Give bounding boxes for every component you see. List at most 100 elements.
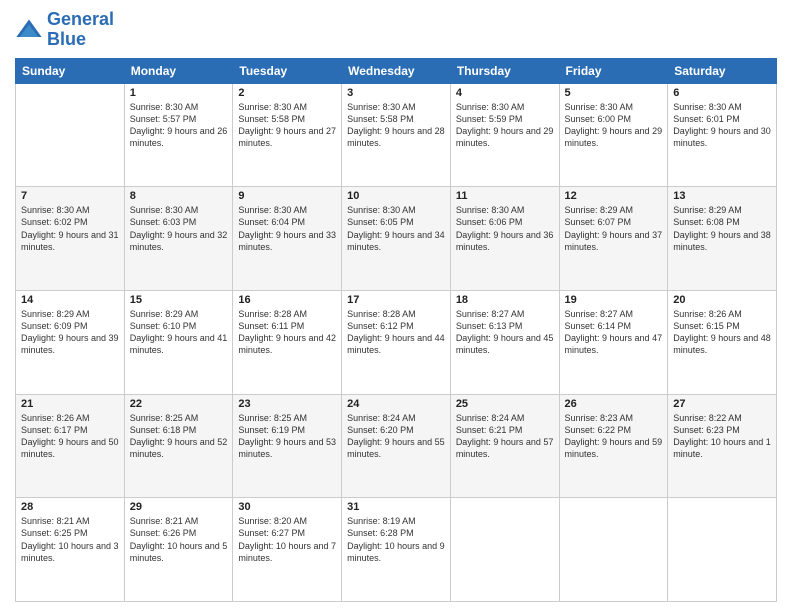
day-info: Sunrise: 8:22 AMSunset: 6:23 PMDaylight:… (673, 412, 771, 461)
day-number: 16 (238, 294, 336, 306)
day-cell: 15 Sunrise: 8:29 AMSunset: 6:10 PMDayligh… (124, 290, 233, 394)
day-cell: 18 Sunrise: 8:27 AMSunset: 6:13 PMDayligh… (450, 290, 559, 394)
weekday-header-row: SundayMondayTuesdayWednesdayThursdayFrid… (16, 58, 777, 83)
day-cell (559, 498, 668, 602)
day-info: Sunrise: 8:30 AMSunset: 6:01 PMDaylight:… (673, 101, 771, 150)
day-number: 17 (347, 294, 445, 306)
week-row-1: 1Sunrise: 8:30 AMSunset: 5:57 PMDaylight… (16, 83, 777, 187)
day-info: Sunrise: 8:30 AMSunset: 5:58 PMDaylight:… (347, 101, 445, 150)
day-cell: 4 Sunrise: 8:30 AMSunset: 5:59 PMDaylight… (450, 83, 559, 187)
day-number: 4 (456, 87, 554, 99)
day-cell: 31 Sunrise: 8:19 AMSunset: 6:28 PMDayligh… (342, 498, 451, 602)
weekday-header-sunday: Sunday (16, 58, 125, 83)
day-number: 7 (21, 190, 119, 202)
day-number: 2 (238, 87, 336, 99)
header: General Blue (15, 10, 777, 50)
weekday-header-monday: Monday (124, 58, 233, 83)
day-cell: 17 Sunrise: 8:28 AMSunset: 6:12 PMDayligh… (342, 290, 451, 394)
day-cell: 30Sunrise: 8:20 AMSunset: 6:27 PMDayligh… (233, 498, 342, 602)
day-number: 5 (565, 87, 663, 99)
weekday-header-friday: Friday (559, 58, 668, 83)
day-cell: 12 Sunrise: 8:29 AMSunset: 6:07 PMDayligh… (559, 187, 668, 291)
day-number: 19 (565, 294, 663, 306)
week-row-4: 21Sunrise: 8:26 AMSunset: 6:17 PMDayligh… (16, 394, 777, 498)
day-number: 24 (347, 398, 445, 410)
day-number: 22 (130, 398, 228, 410)
day-cell: 11 Sunrise: 8:30 AMSunset: 6:06 PMDayligh… (450, 187, 559, 291)
week-row-2: 7 Sunrise: 8:30 AMSunset: 6:02 PMDaylight… (16, 187, 777, 291)
day-cell: 27 Sunrise: 8:22 AMSunset: 6:23 PMDayligh… (668, 394, 777, 498)
weekday-header-tuesday: Tuesday (233, 58, 342, 83)
day-info: Sunrise: 8:30 AMSunset: 5:59 PMDaylight:… (456, 101, 554, 150)
week-row-3: 14Sunrise: 8:29 AMSunset: 6:09 PMDayligh… (16, 290, 777, 394)
day-info: Sunrise: 8:29 AMSunset: 6:10 PMDaylight:… (130, 308, 228, 357)
day-number: 26 (565, 398, 663, 410)
day-info: Sunrise: 8:23 AMSunset: 6:22 PMDaylight:… (565, 412, 663, 461)
day-info: Sunrise: 8:28 AMSunset: 6:11 PMDaylight:… (238, 308, 336, 357)
day-number: 18 (456, 294, 554, 306)
day-info: Sunrise: 8:25 AMSunset: 6:19 PMDaylight:… (238, 412, 336, 461)
day-info: Sunrise: 8:30 AMSunset: 5:58 PMDaylight:… (238, 101, 336, 150)
day-number: 10 (347, 190, 445, 202)
day-number: 23 (238, 398, 336, 410)
day-number: 1 (130, 87, 228, 99)
day-info: Sunrise: 8:29 AMSunset: 6:09 PMDaylight:… (21, 308, 119, 357)
day-cell: 16 Sunrise: 8:28 AMSunset: 6:11 PMDayligh… (233, 290, 342, 394)
day-cell: 8 Sunrise: 8:30 AMSunset: 6:03 PMDaylight… (124, 187, 233, 291)
day-info: Sunrise: 8:30 AMSunset: 6:04 PMDaylight:… (238, 204, 336, 253)
day-cell: 7 Sunrise: 8:30 AMSunset: 6:02 PMDaylight… (16, 187, 125, 291)
day-info: Sunrise: 8:19 AMSunset: 6:28 PMDaylight:… (347, 515, 445, 564)
day-number: 3 (347, 87, 445, 99)
day-number: 27 (673, 398, 771, 410)
week-row-5: 28Sunrise: 8:21 AMSunset: 6:25 PMDayligh… (16, 498, 777, 602)
day-cell: 28Sunrise: 8:21 AMSunset: 6:25 PMDayligh… (16, 498, 125, 602)
day-info: Sunrise: 8:21 AMSunset: 6:26 PMDaylight:… (130, 515, 228, 564)
day-info: Sunrise: 8:27 AMSunset: 6:13 PMDaylight:… (456, 308, 554, 357)
day-cell: 5 Sunrise: 8:30 AMSunset: 6:00 PMDaylight… (559, 83, 668, 187)
day-info: Sunrise: 8:24 AMSunset: 6:20 PMDaylight:… (347, 412, 445, 461)
day-info: Sunrise: 8:29 AMSunset: 6:07 PMDaylight:… (565, 204, 663, 253)
day-number: 13 (673, 190, 771, 202)
day-info: Sunrise: 8:28 AMSunset: 6:12 PMDaylight:… (347, 308, 445, 357)
day-number: 12 (565, 190, 663, 202)
day-cell: 26 Sunrise: 8:23 AMSunset: 6:22 PMDayligh… (559, 394, 668, 498)
day-info: Sunrise: 8:27 AMSunset: 6:14 PMDaylight:… (565, 308, 663, 357)
weekday-header-saturday: Saturday (668, 58, 777, 83)
day-cell: 19 Sunrise: 8:27 AMSunset: 6:14 PMDayligh… (559, 290, 668, 394)
day-cell: 9 Sunrise: 8:30 AMSunset: 6:04 PMDaylight… (233, 187, 342, 291)
day-cell: 6 Sunrise: 8:30 AMSunset: 6:01 PMDaylight… (668, 83, 777, 187)
day-number: 9 (238, 190, 336, 202)
weekday-header-wednesday: Wednesday (342, 58, 451, 83)
day-info: Sunrise: 8:26 AMSunset: 6:15 PMDaylight:… (673, 308, 771, 357)
day-cell: 23 Sunrise: 8:25 AMSunset: 6:19 PMDayligh… (233, 394, 342, 498)
day-info: Sunrise: 8:24 AMSunset: 6:21 PMDaylight:… (456, 412, 554, 461)
day-info: Sunrise: 8:30 AMSunset: 6:05 PMDaylight:… (347, 204, 445, 253)
day-number: 31 (347, 501, 445, 513)
day-number: 8 (130, 190, 228, 202)
day-number: 11 (456, 190, 554, 202)
day-number: 15 (130, 294, 228, 306)
day-cell: 2 Sunrise: 8:30 AMSunset: 5:58 PMDaylight… (233, 83, 342, 187)
day-number: 21 (21, 398, 119, 410)
logo: General Blue (15, 10, 114, 50)
logo-text: General Blue (47, 10, 114, 50)
weekday-header-thursday: Thursday (450, 58, 559, 83)
day-number: 25 (456, 398, 554, 410)
day-cell: 14Sunrise: 8:29 AMSunset: 6:09 PMDayligh… (16, 290, 125, 394)
day-info: Sunrise: 8:30 AMSunset: 6:02 PMDaylight:… (21, 204, 119, 253)
day-info: Sunrise: 8:30 AMSunset: 6:00 PMDaylight:… (565, 101, 663, 150)
day-cell: 25 Sunrise: 8:24 AMSunset: 6:21 PMDayligh… (450, 394, 559, 498)
day-cell: 20 Sunrise: 8:26 AMSunset: 6:15 PMDayligh… (668, 290, 777, 394)
day-info: Sunrise: 8:30 AMSunset: 6:03 PMDaylight:… (130, 204, 228, 253)
day-cell: 24 Sunrise: 8:24 AMSunset: 6:20 PMDayligh… (342, 394, 451, 498)
day-number: 29 (130, 501, 228, 513)
day-info: Sunrise: 8:21 AMSunset: 6:25 PMDaylight:… (21, 515, 119, 564)
logo-icon (15, 16, 43, 44)
day-cell: 1Sunrise: 8:30 AMSunset: 5:57 PMDaylight… (124, 83, 233, 187)
day-info: Sunrise: 8:30 AMSunset: 6:06 PMDaylight:… (456, 204, 554, 253)
day-cell: 22Sunrise: 8:25 AMSunset: 6:18 PMDayligh… (124, 394, 233, 498)
day-number: 20 (673, 294, 771, 306)
day-number: 6 (673, 87, 771, 99)
day-cell (668, 498, 777, 602)
day-cell: 29 Sunrise: 8:21 AMSunset: 6:26 PMDayligh… (124, 498, 233, 602)
